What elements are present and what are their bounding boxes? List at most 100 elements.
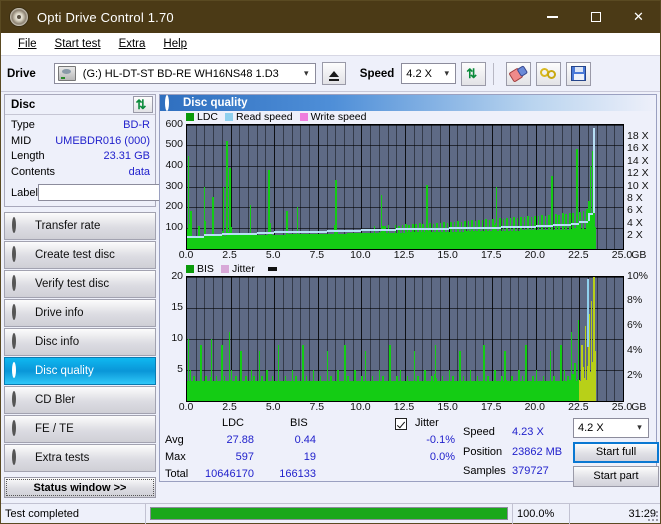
chevron-down-icon: ▾ xyxy=(444,68,450,78)
ldc-y-axis: 100 200 300 400 500 600 xyxy=(165,117,183,233)
sidebar: Disc ⇅ Type BD-R MID UMEBDR016 (000) Len… xyxy=(1,92,242,498)
disc-icon xyxy=(12,449,27,465)
ldc-plot-area[interactable] xyxy=(186,123,624,250)
status-window-button[interactable]: Status window >> xyxy=(4,477,156,498)
legend-label-ldc: LDC xyxy=(197,111,219,124)
disc-contents-value: data xyxy=(128,165,150,178)
stats-jitter-avg: -0.1% xyxy=(426,433,455,446)
chevron-down-icon: ▾ xyxy=(637,422,642,433)
eraser-icon xyxy=(508,64,529,83)
legend-item-bis: BIS xyxy=(186,263,214,275)
menu-start-test[interactable]: Start test xyxy=(46,33,110,55)
app-disc-icon xyxy=(9,7,29,27)
elapsed-time: 31:29 xyxy=(628,507,656,520)
progress-fill xyxy=(151,508,507,519)
speed-label: Speed xyxy=(359,67,395,80)
sidebar-item-fe-te[interactable]: FE / TE xyxy=(4,415,156,443)
speed-select[interactable]: 4.2 X ▾ xyxy=(401,63,457,84)
disc-row-contents: Contents data xyxy=(11,165,150,181)
chevron-down-icon: ▾ xyxy=(304,68,309,78)
sidebar-nav: Transfer rate Create test disc Verify te… xyxy=(4,212,156,472)
disc-rows: Type BD-R MID UMEBDR016 (000) Length 23.… xyxy=(5,115,242,206)
legend-label-read-speed: Read speed xyxy=(236,111,293,124)
ldc-chart-legend: LDC Read speed Write speed xyxy=(160,111,656,124)
menu-extra[interactable]: Extra xyxy=(110,33,155,55)
disc-mid-key: MID xyxy=(11,134,32,147)
sidebar-item-extra-tests[interactable]: Extra tests xyxy=(4,444,156,472)
minimize-icon xyxy=(547,16,558,18)
disc-label-row: Label xyxy=(11,183,242,202)
legend-label-write-speed: Write speed xyxy=(310,111,367,124)
disc-quality-panel: Disc quality LDC Read speed Write speed … xyxy=(159,94,659,487)
minimize-button[interactable] xyxy=(531,1,574,33)
stats-header-ldc: LDC xyxy=(222,416,245,429)
disc-row-length: Length 23.31 GB xyxy=(11,149,150,165)
stats-bis-avg: 0.44 xyxy=(294,433,316,446)
status-bar: Test completed 100.0% 31:29 xyxy=(1,503,660,524)
drive-select[interactable]: (G:) HL-DT-ST BD-RE WH16NS48 1.D3 ▾ xyxy=(53,63,316,84)
disc-icon xyxy=(12,391,27,407)
ldc-chart: LDC Read speed Write speed 100 200 300 400 5… xyxy=(160,111,656,263)
erase-button[interactable] xyxy=(506,61,532,86)
stats-row-max: Max xyxy=(165,450,186,463)
test-speed-select[interactable]: 4.2 X ▾ xyxy=(573,417,649,438)
legend-label-jitter: Jitter xyxy=(231,263,255,276)
stats-samples-label: Samples xyxy=(463,464,506,477)
sidebar-item-transfer-rate[interactable]: Transfer rate xyxy=(4,212,156,240)
jitter-checkbox[interactable] xyxy=(395,417,407,430)
save-button[interactable] xyxy=(566,61,592,86)
sidebar-item-label: Create test disc xyxy=(35,249,115,261)
sidebar-item-label: FE / TE xyxy=(35,423,74,435)
disc-icon xyxy=(12,304,27,320)
menu-file[interactable]: File xyxy=(9,33,46,55)
panel-title: Disc quality xyxy=(183,96,248,109)
sidebar-item-disc-quality[interactable]: Disc quality xyxy=(4,357,156,385)
stats-bis-max: 19 xyxy=(303,450,316,463)
jitter-label: Jitter xyxy=(415,416,439,429)
stats-speed-label: Speed xyxy=(463,425,495,438)
refresh-drive-button[interactable]: ⇅ xyxy=(461,61,487,86)
disc-info-group: Disc ⇅ Type BD-R MID UMEBDR016 (000) Len… xyxy=(4,94,242,207)
sidebar-item-create-test-disc[interactable]: Create test disc xyxy=(4,241,156,269)
stats-row-avg: Avg xyxy=(165,433,184,446)
settings-rings-button[interactable] xyxy=(536,61,562,86)
disc-group-title: Disc xyxy=(11,98,36,111)
start-full-button[interactable]: Start full xyxy=(573,441,659,463)
close-button[interactable]: ✕ xyxy=(617,1,660,33)
legend-label-bis: BIS xyxy=(197,263,214,276)
disc-icon xyxy=(12,217,27,233)
disc-quality-icon xyxy=(165,95,177,112)
legend-swatch-bis xyxy=(186,265,194,274)
menu-file-label: File xyxy=(18,38,37,50)
stats-jitter-max: 0.0% xyxy=(429,450,455,463)
resize-grip-icon[interactable] xyxy=(648,511,658,521)
sidebar-item-cd-bler[interactable]: CD Bler xyxy=(4,386,156,414)
main-panel: Disc quality LDC Read speed Write speed … xyxy=(159,92,660,487)
sidebar-item-label: Disc quality xyxy=(35,365,94,377)
menu-help[interactable]: Help xyxy=(154,33,196,55)
sidebar-item-drive-info[interactable]: Drive info xyxy=(4,299,156,327)
bis-plot-row: 5 10 15 20 2% 4% 6% 8% 10% xyxy=(160,269,656,402)
disc-type-value: BD-R xyxy=(123,119,150,131)
bis-y-axis: 5 10 15 20 xyxy=(171,269,183,375)
bis-plot-area[interactable] xyxy=(186,275,624,402)
refresh-icon: ⇅ xyxy=(466,65,478,81)
sidebar-item-label: CD Bler xyxy=(35,394,76,406)
eject-button[interactable] xyxy=(321,62,346,85)
speed-select-value: 4.2 X xyxy=(406,67,432,80)
maximize-button[interactable] xyxy=(574,1,617,33)
status-message: Test completed xyxy=(1,503,146,524)
drive-select-value: (G:) HL-DT-ST BD-RE WH16NS48 1.D3 xyxy=(82,67,279,80)
sidebar-item-label: Transfer rate xyxy=(35,220,101,232)
legend-item-read-speed: Read speed xyxy=(225,111,293,123)
start-part-button[interactable]: Start part xyxy=(573,465,659,487)
bis-x-axis: 0.0 2.5 5.0 7.5 10.0 12.5 15.0 17.5 20.0 22.5 25.0… xyxy=(178,400,647,413)
sidebar-item-verify-test-disc[interactable]: Verify test disc xyxy=(4,270,156,298)
legend-swatch-jitter xyxy=(220,265,229,274)
stats-ldc-total: 10646170 xyxy=(205,467,254,480)
sidebar-item-disc-info[interactable]: Disc info xyxy=(4,328,156,356)
disc-refresh-button[interactable]: ⇅ xyxy=(133,96,153,113)
disc-icon xyxy=(12,362,27,378)
ldc-y2-axis: 2 X4 X6 X8 X 10 X 12 X 14 X 16 X 18 X xyxy=(627,129,649,242)
refresh-icon: ⇅ xyxy=(135,96,147,112)
